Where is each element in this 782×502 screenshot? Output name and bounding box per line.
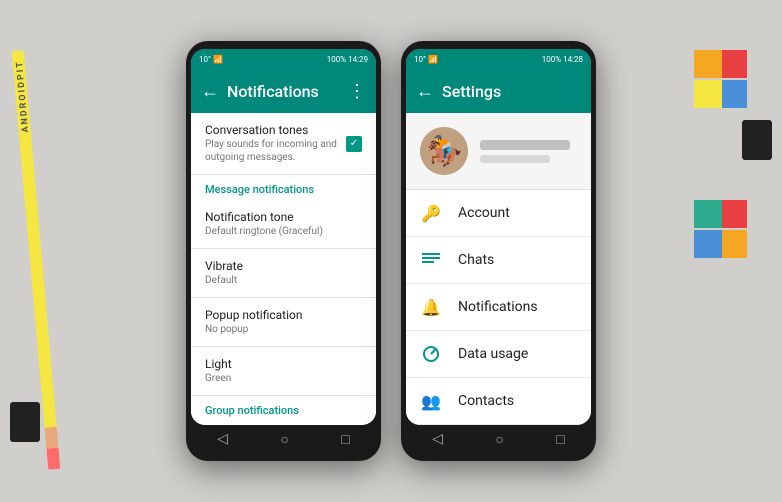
- setting-popup-title: Popup notification: [205, 308, 303, 322]
- profile-name-blurred: [480, 140, 570, 150]
- phone2-top-bar: ← Settings: [406, 69, 591, 113]
- phone1-status-bar: 10° 📶 100% 14:29: [191, 49, 376, 69]
- setting-light-subtitle: Green: [205, 372, 232, 385]
- phone-settings: 10° 📶 100% 14:28 ← Settings 🏇: [401, 41, 596, 461]
- setting-notification-tone-subtitle: Default ringtone (Graceful): [205, 225, 323, 238]
- setting-conversation-tones-title: Conversation tones: [205, 123, 346, 137]
- setting-notification-tone-text: Notification tone Default ringtone (Grac…: [205, 210, 323, 238]
- phone2-title: Settings: [442, 82, 581, 101]
- setting-light-title: Light: [205, 357, 232, 371]
- setting-light-text: Light Green: [205, 357, 232, 385]
- profile-info: [480, 140, 577, 163]
- section-message-notifications: Message notifications: [191, 175, 376, 200]
- settings-contacts-label: Contacts: [458, 393, 514, 409]
- conversation-tones-checkbox[interactable]: [346, 136, 362, 152]
- phone1-status-right: 100% 14:29: [327, 55, 368, 64]
- setting-light[interactable]: Light Green: [191, 347, 376, 396]
- phone2-back-button[interactable]: ←: [416, 81, 434, 102]
- phone2-screen: 10° 📶 100% 14:28 ← Settings 🏇: [406, 49, 591, 425]
- settings-account-label: Account: [458, 205, 510, 221]
- phone1-back-nav[interactable]: ◁: [217, 431, 228, 447]
- settings-notifications-label: Notifications: [458, 299, 538, 315]
- phone2-battery-time: 100% 14:28: [542, 55, 583, 64]
- block-teal: [694, 200, 722, 228]
- setting-conversation-tones-text: Conversation tones Play sounds for incom…: [205, 123, 346, 164]
- settings-contacts-item[interactable]: 👥 Contacts: [406, 378, 591, 425]
- setting-popup-subtitle: No popup: [205, 323, 303, 336]
- setting-popup[interactable]: Popup notification No popup: [191, 298, 376, 347]
- phone1-nav-bar: ◁ ○ □: [191, 425, 376, 453]
- setting-popup-text: Popup notification No popup: [205, 308, 303, 336]
- block-orange: [694, 50, 722, 78]
- phone2-status-right: 100% 14:28: [542, 55, 583, 64]
- settings-account-item[interactable]: 🔑 Account: [406, 190, 591, 237]
- settings-notifications-item[interactable]: 🔔 Notifications: [406, 284, 591, 331]
- settings-chats-label: Chats: [458, 252, 494, 268]
- desktop: ANDROIDPIT 10° 📶 100% 14:29 ← Notifica: [0, 0, 782, 502]
- phone2-temp: 10°: [414, 55, 426, 64]
- section-group-notifications: Group notifications: [191, 396, 376, 421]
- settings-menu: 🔑 Account Chats 🔔 Notificatio: [406, 190, 591, 425]
- setting-notification-tone[interactable]: Notification tone Default ringtone (Grac…: [191, 200, 376, 249]
- phone1-signal-icon: 📶: [213, 55, 223, 64]
- settings-chats-item[interactable]: Chats: [406, 237, 591, 284]
- phone2-nav-bar: ◁ ○ □: [406, 425, 591, 453]
- contacts-icon: 👥: [420, 390, 442, 412]
- block-yellow: [694, 80, 722, 108]
- setting-vibrate[interactable]: Vibrate Default: [191, 249, 376, 298]
- data-usage-icon: [420, 343, 442, 365]
- phone1-back-button[interactable]: ←: [201, 81, 219, 102]
- key-icon: 🔑: [420, 202, 442, 224]
- phone2-back-nav[interactable]: ◁: [432, 431, 443, 447]
- avatar: 🏇: [420, 127, 468, 175]
- block-red: [719, 50, 747, 78]
- block-red2: [719, 200, 747, 228]
- phone1-home-nav[interactable]: ○: [280, 431, 288, 448]
- binder-clip-right: [742, 120, 772, 160]
- phone1-more-button[interactable]: ⋮: [348, 81, 366, 102]
- setting-notification-tone-title: Notification tone: [205, 210, 323, 224]
- phone1-screen: 10° 📶 100% 14:29 ← Notifications ⋮ Conve…: [191, 49, 376, 425]
- setting-conversation-tones[interactable]: Conversation tones Play sounds for incom…: [191, 113, 376, 175]
- settings-profile[interactable]: 🏇: [406, 113, 591, 190]
- block-blue2: [694, 230, 722, 258]
- phone1-top-bar: ← Notifications ⋮: [191, 69, 376, 113]
- profile-status-blurred: [480, 155, 550, 163]
- setting-vibrate-text: Vibrate Default: [205, 259, 243, 287]
- chat-icon: [420, 249, 442, 271]
- phone2-status-bar: 10° 📶 100% 14:28: [406, 49, 591, 69]
- block-orange2: [719, 230, 747, 258]
- avatar-image: 🏇: [420, 127, 468, 175]
- phone1-title: Notifications: [227, 82, 340, 101]
- settings-data-usage-item[interactable]: Data usage: [406, 331, 591, 378]
- avatar-emoji: 🏇: [425, 134, 462, 169]
- phone1-battery-time: 100% 14:29: [327, 55, 368, 64]
- phone2-home-nav[interactable]: ○: [495, 431, 503, 448]
- phone2-status-left: 10° 📶: [414, 55, 438, 64]
- phone1-status-left: 10° 📶: [199, 55, 223, 64]
- setting-vibrate-title: Vibrate: [205, 259, 243, 273]
- setting-conversation-tones-subtitle: Play sounds for incoming and outgoing me…: [205, 138, 346, 164]
- block-blue: [719, 80, 747, 108]
- phone2-recent-nav[interactable]: □: [556, 431, 564, 448]
- settings-data-label: Data usage: [458, 346, 528, 362]
- phone-notifications: 10° 📶 100% 14:29 ← Notifications ⋮ Conve…: [186, 41, 381, 461]
- phone1-content: Conversation tones Play sounds for incom…: [191, 113, 376, 425]
- phone2-signal-icon: 📶: [428, 55, 438, 64]
- binder-clip-left: [10, 402, 40, 442]
- setting-vibrate-subtitle: Default: [205, 274, 243, 287]
- phone1-temp: 10°: [199, 55, 211, 64]
- phone1-recent-nav[interactable]: □: [341, 431, 349, 448]
- bell-icon: 🔔: [420, 296, 442, 318]
